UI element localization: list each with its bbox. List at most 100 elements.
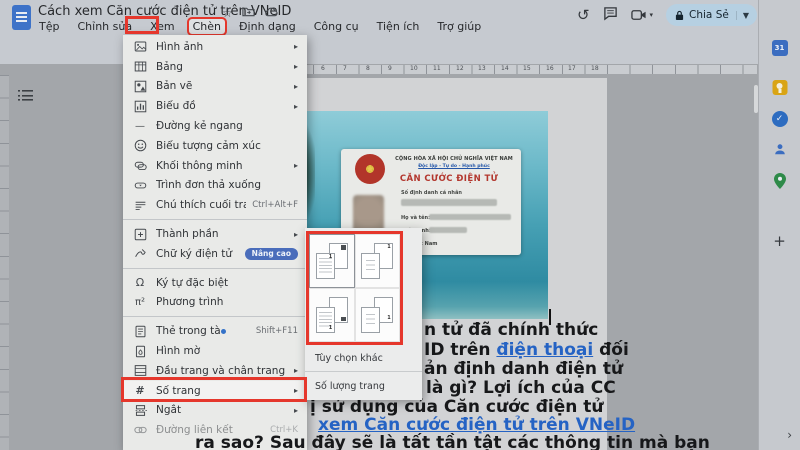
menu-item-ngat[interactable]: Ngắt ▸ (123, 401, 307, 421)
submenu-arrow-icon: ▸ (293, 386, 298, 396)
menu-item-trinh-don-tha-xuong[interactable]: Trình đơn thả xuống (123, 176, 307, 196)
menu-tro-giup[interactable]: Trợ giúp (433, 19, 485, 34)
horizontal-rule-icon: — (135, 120, 145, 132)
tasks-icon[interactable]: ✓ (771, 111, 788, 127)
vneid-link[interactable]: xem Căn cước điện tử trên VNeID (318, 415, 635, 435)
share-button[interactable]: Chia Sẻ ▼ (666, 4, 757, 26)
doc-text-line: n tử đã chính thức (424, 320, 599, 340)
footnote-icon (133, 198, 147, 212)
doc-text-line: xem Căn cước điện tử trên VNeID (318, 415, 635, 435)
contacts-icon[interactable] (772, 142, 787, 161)
doc-text-line: ản định danh điện tử (424, 359, 624, 379)
menu-item-dau-trang-va-chan-trang[interactable]: Đầu trang và chân trang ▸ (123, 361, 307, 381)
menu-xem[interactable]: Xem (146, 19, 179, 34)
drawing-icon (133, 79, 147, 93)
lock-icon (675, 10, 684, 20)
expand-chevron-icon[interactable]: › (787, 428, 792, 442)
share-dropdown-icon[interactable]: ▼ (735, 10, 749, 20)
page-number-option-header-from-second[interactable]: 1 (354, 234, 400, 288)
star-icon[interactable]: ☆ (222, 6, 233, 20)
comments-icon[interactable] (603, 6, 618, 25)
headers-footers-icon (133, 364, 147, 378)
menu-bar: Tệp Chỉnh sửa Xem Chèn Định dạng Công cụ… (35, 17, 485, 36)
smart-chip-icon (133, 159, 147, 173)
doc-text-line: là gì? Lợi ích của CC (426, 378, 616, 398)
submenu-arrow-icon: ▸ (293, 81, 298, 91)
card-motto: Độc lập - Tự do - Hạnh phúc (418, 164, 490, 169)
menu-tien-ich[interactable]: Tiện ích (373, 19, 424, 34)
menu-item-ky-tu-dac-biet[interactable]: Ω Ký tự đặc biệt (123, 273, 307, 293)
menu-item-chu-thich-cuoi-trang[interactable]: Chú thích cuối trangCtrl+Alt+F (123, 195, 307, 215)
menu-item-thanh-phan[interactable]: Thành phần ▸ (123, 224, 307, 244)
dien-thoai-link[interactable]: điện thoại (496, 340, 593, 360)
menu-item-khoi-thong-minh[interactable]: Khối thông minh ▸ (123, 156, 307, 176)
maps-icon[interactable] (773, 173, 786, 193)
menu-item-so-trang[interactable]: # Số trang ▸ (123, 380, 307, 401)
special-characters-icon: Ω (135, 276, 145, 290)
menu-separator (123, 215, 307, 224)
video-call-icon[interactable]: ▾ (630, 9, 653, 21)
document-outline-icon[interactable] (18, 90, 33, 101)
menu-item-ban-ve[interactable]: Bản vẽ ▸ (123, 77, 307, 97)
page-numbers-icon: # (135, 384, 145, 398)
redacted-id-number (401, 199, 497, 206)
submenu-arrow-icon: ▸ (293, 42, 298, 52)
card-id-label: Số định danh cá nhân (401, 190, 462, 196)
watermark-icon (133, 344, 147, 358)
side-panel: 31 ✓ + (754, 0, 800, 450)
calendar-icon[interactable]: 31 (771, 40, 788, 56)
chart-icon (133, 99, 147, 113)
submenu-arrow-icon: ▸ (293, 405, 298, 415)
advanced-badge: Nâng cao (244, 247, 298, 260)
submenu-arrow-icon: ▸ (293, 229, 298, 239)
menu-item-duong-ke-ngang[interactable]: — Đường kẻ ngang (123, 116, 307, 136)
submenu-separator (305, 371, 422, 372)
esignature-icon (133, 247, 147, 261)
menu-chen[interactable]: Chèn (186, 17, 228, 36)
doc-text-line: ị sử dụng của Căn cước điện tử (310, 397, 604, 417)
docs-logo[interactable] (12, 5, 31, 30)
menu-item-hinh-mo[interactable]: Hình mờ (123, 341, 307, 361)
new-feature-dot (220, 328, 226, 334)
document-tabs-icon (133, 324, 147, 338)
version-history-icon[interactable]: ↺ (577, 6, 590, 24)
menu-item-chu-ky-dien-tu[interactable]: Chữ ký điện tử Nâng cao (123, 244, 307, 264)
page-number-option-footer-from-second[interactable]: 1 (354, 288, 400, 342)
menu-item-the-trong-tai-lieu[interactable]: Thẻ trong tài liệu Shift+F11 (123, 321, 307, 341)
keep-icon[interactable] (772, 80, 787, 95)
add-icon[interactable]: + (773, 232, 786, 250)
dropdown-chip-icon (133, 178, 147, 192)
menu-item-bieu-do[interactable]: Biểu đồ ▸ (123, 96, 307, 116)
move-folder-icon[interactable] (242, 6, 255, 20)
menu-tep[interactable]: Tệp (35, 19, 63, 34)
page-number-option-footer-all[interactable]: 1 (309, 288, 355, 342)
menu-item-hinh-anh[interactable]: Hình ảnh ▸ (123, 37, 307, 57)
emoji-icon (133, 139, 147, 153)
image-icon (133, 40, 147, 54)
break-icon (133, 403, 147, 417)
menu-separator (123, 312, 307, 321)
menu-item-bang[interactable]: Bảng ▸ (123, 57, 307, 77)
submenu-more-options[interactable]: Tùy chọn khác (305, 348, 422, 368)
vertical-ruler[interactable] (0, 75, 9, 450)
menu-cong-cu[interactable]: Công cụ (310, 19, 363, 34)
google-docs-window: ★ CỘNG HÒA XÃ HỘI CHỦ NGHĨA VIỆT NAM Độc… (0, 0, 800, 450)
menu-item-bieu-tuong-cam-xuc[interactable]: Biểu tượng cảm xúc (123, 136, 307, 156)
card-country: CỘNG HÒA XÃ HỘI CHỦ NGHĨA VIỆT NAM (395, 156, 513, 162)
menu-dinh-dang[interactable]: Định dạng (235, 19, 300, 34)
redacted-name (429, 214, 511, 220)
redacted-dob (429, 227, 467, 233)
cloud-saved-icon[interactable] (264, 6, 278, 20)
scrollbar[interactable] (754, 85, 758, 113)
submenu-arrow-icon: ▸ (293, 101, 298, 111)
submenu-page-count[interactable]: Số lượng trang (305, 376, 422, 396)
page-number-option-header-all[interactable]: 1 (309, 234, 355, 288)
card-name-label: Họ và tên: (401, 215, 431, 221)
link-icon (133, 423, 147, 437)
insert-menu: Hình ảnh ▸ Bảng ▸ Bản vẽ ▸ Biểu đồ ▸ — Đường… (123, 35, 307, 450)
menu-chinh-sua[interactable]: Chỉnh sửa (73, 19, 136, 34)
equation-icon: π² (134, 296, 146, 308)
submenu-arrow-icon: ▸ (293, 161, 298, 171)
submenu-arrow-icon: ▸ (293, 366, 298, 376)
menu-item-phuong-trinh[interactable]: π² Phương trình (123, 293, 307, 313)
